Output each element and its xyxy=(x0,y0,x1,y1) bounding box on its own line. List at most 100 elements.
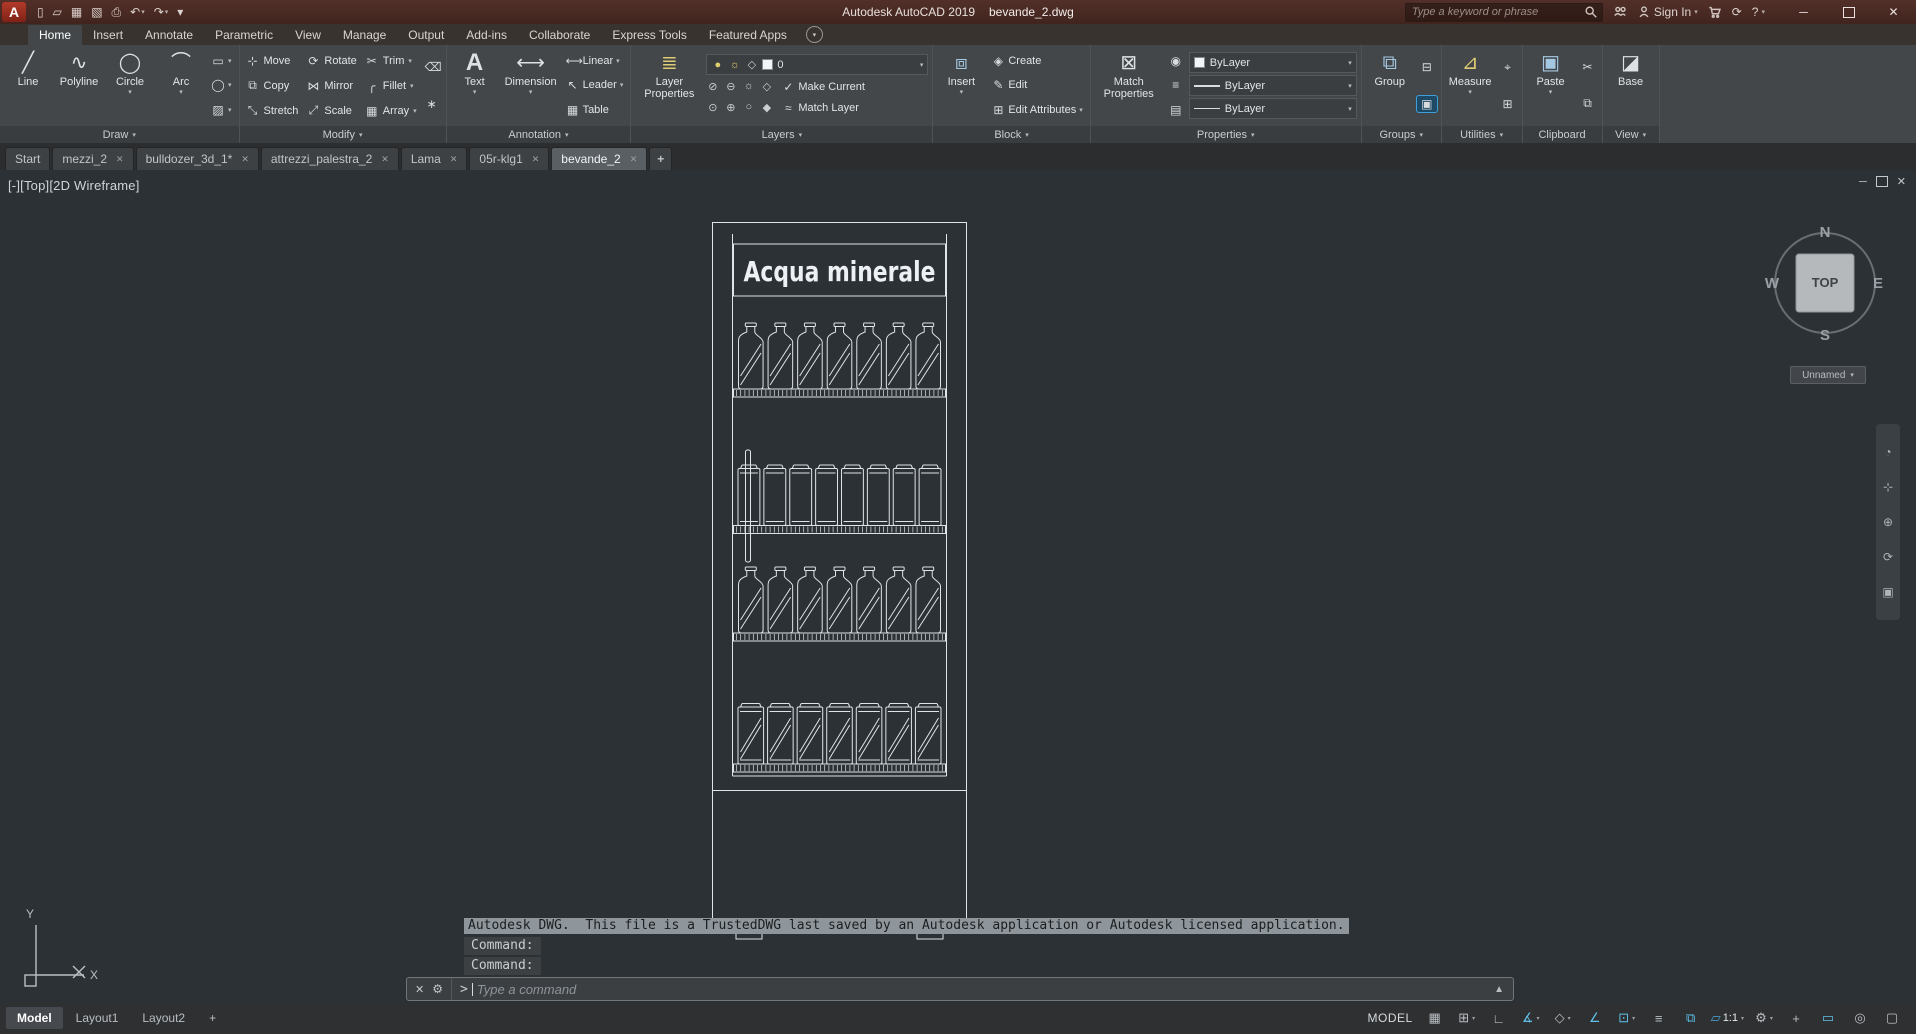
array-button[interactable]: ▦ Array ▾ xyxy=(365,104,416,118)
annotation-scale-button[interactable]: ▱ 1:1 ▾ xyxy=(1709,1007,1746,1029)
erase-button[interactable]: ⌫ xyxy=(422,59,442,75)
ribbon-minimize-button[interactable]: ▾ xyxy=(805,26,823,43)
ribbon-tab-featured-apps[interactable]: Featured Apps xyxy=(698,25,798,45)
dimension-button[interactable]: ⟷ Dimension ▾ xyxy=(502,47,560,124)
ribbon-tab-collaborate[interactable]: Collaborate xyxy=(518,25,601,45)
ribbon-tab-parametric[interactable]: Parametric xyxy=(204,25,284,45)
panel-label-annotation[interactable]: Annotation ▾ xyxy=(446,126,631,143)
text-button[interactable]: A Text ▾ xyxy=(451,47,499,124)
trim-button[interactable]: ✂ Trim ▾ xyxy=(365,54,417,68)
new-drawing-tab-button[interactable]: + xyxy=(649,147,673,170)
ribbon-tab-express-tools[interactable]: Express Tools xyxy=(601,25,697,45)
minimize-button[interactable]: ─ xyxy=(1781,0,1826,24)
model-space-button[interactable]: MODEL xyxy=(1368,1011,1413,1025)
layer-freeze-icon[interactable]: ☼ xyxy=(742,80,755,93)
properties-sheet-button[interactable]: ▤ xyxy=(1166,102,1186,118)
panel-label-utilities[interactable]: Utilities ▾ xyxy=(1441,126,1522,143)
named-view-control[interactable]: Unnamed ▾ xyxy=(1790,366,1866,384)
arc-button[interactable]: ⌒ Arc ▾ xyxy=(157,47,205,124)
quick-calculator-button[interactable]: ⊞ xyxy=(1498,96,1518,112)
panel-label-modify[interactable]: Modify ▾ xyxy=(239,126,446,143)
edit-block-button[interactable]: ✎ Edit xyxy=(988,77,1085,93)
ribbon-tab-home[interactable]: Home xyxy=(28,25,83,45)
close-tab-icon[interactable]: ✕ xyxy=(381,154,389,165)
close-button[interactable]: ✕ xyxy=(1871,0,1916,24)
layer-off-icon[interactable]: ⊖ xyxy=(724,80,737,93)
layer-unlock-icon[interactable]: ◆ xyxy=(760,101,773,114)
navigation-wheel-icon[interactable]: ◔ xyxy=(1884,445,1891,459)
leader-button[interactable]: ↖ Leader ▾ xyxy=(563,77,627,93)
object-snap-button[interactable]: ⊡ ▾ xyxy=(1613,1007,1641,1029)
layer-isolate-icon[interactable]: ⊘ xyxy=(706,80,719,93)
app-store-cart-icon[interactable] xyxy=(1708,5,1722,19)
command-history-chevron-icon[interactable]: ▲ xyxy=(1485,984,1513,995)
ellipse-button[interactable]: ◯ ▾ xyxy=(208,77,235,93)
ungroup-button[interactable]: ⊟ xyxy=(1417,59,1437,75)
object-snap-tracking-button[interactable]: ∠ xyxy=(1581,1007,1609,1029)
table-button[interactable]: ▦ Table xyxy=(563,102,627,118)
drawing-canvas[interactable]: Acqua minerale [-][Top][2D Wireframe] ─ … xyxy=(0,170,1916,1002)
explode-button[interactable]: ∗ xyxy=(422,96,442,112)
layer-select[interactable]: ● ☼ ◇ 0 ▾ xyxy=(706,54,929,75)
search-input[interactable] xyxy=(1409,5,1584,19)
rectangle-button[interactable]: ▭ ▾ xyxy=(208,53,235,69)
search-box[interactable] xyxy=(1404,2,1603,22)
stretch-button[interactable]: ⤡ Stretch xyxy=(246,103,299,118)
viewcube-north[interactable]: N xyxy=(1820,224,1831,241)
grid-display-button[interactable]: ▦ xyxy=(1421,1007,1449,1029)
file-tab-bevande-2[interactable]: bevande_2 ✕ xyxy=(551,147,648,170)
viewport-minimize-icon[interactable]: ─ xyxy=(1859,176,1867,188)
annotation-monitor-button[interactable]: + xyxy=(1782,1007,1810,1029)
command-input[interactable] xyxy=(474,980,1486,998)
save-as-button[interactable]: ▧ xyxy=(88,5,105,19)
autodesk-account-icon[interactable] xyxy=(1613,5,1627,19)
layout-tab-layout1[interactable]: Layout1 xyxy=(65,1007,130,1029)
linetype-select[interactable]: ByLayer ▾ xyxy=(1188,75,1357,96)
close-tab-icon[interactable]: ✕ xyxy=(532,154,540,165)
make-current-button[interactable]: ✓ Make Current xyxy=(778,79,868,95)
panel-label-block[interactable]: Block ▾ xyxy=(933,126,1090,143)
help-button[interactable]: ? ▾ xyxy=(1752,5,1765,19)
hatch-button[interactable]: ▨ ▾ xyxy=(208,102,235,118)
id-point-button[interactable]: ⌖ xyxy=(1498,59,1518,76)
layer-on-icon[interactable]: ⊕ xyxy=(724,101,737,114)
ribbon-tab-add-ins[interactable]: Add-ins xyxy=(455,25,518,45)
pan-icon[interactable]: ⊹ xyxy=(1883,480,1893,494)
viewcube-south[interactable]: S xyxy=(1820,327,1830,344)
layout-tab-model[interactable]: Model xyxy=(6,1007,63,1029)
viewcube-west[interactable]: W xyxy=(1765,275,1780,292)
autocad-logo-icon[interactable]: A xyxy=(2,2,26,22)
layer-lock-icon[interactable]: ◇ xyxy=(760,80,773,93)
new-file-button[interactable]: ▯ xyxy=(34,5,47,19)
showmotion-icon[interactable]: ▣ xyxy=(1882,585,1893,599)
panel-label-properties[interactable]: Properties ▾ xyxy=(1090,126,1361,143)
color-wheel-button[interactable]: ◉ xyxy=(1166,53,1186,69)
isodraft-button[interactable]: ◇ ▾ xyxy=(1549,1007,1577,1029)
measure-button[interactable]: ⊿ Measure ▾ xyxy=(1446,47,1495,124)
insert-block-button[interactable]: ⧈ Insert ▾ xyxy=(937,47,985,124)
close-tab-icon[interactable]: ✕ xyxy=(241,154,249,165)
polar-tracking-button[interactable]: ∡ ▾ xyxy=(1517,1007,1545,1029)
ribbon-tab-insert[interactable]: Insert xyxy=(82,25,134,45)
layout-tab-layout2[interactable]: Layout2 xyxy=(131,1007,196,1029)
ribbon-tab-manage[interactable]: Manage xyxy=(332,25,397,45)
object-color-select[interactable]: ByLayer ▾ xyxy=(1188,52,1357,73)
redo-button[interactable]: ↷ ▾ xyxy=(151,5,172,19)
plot-button[interactable]: ⎙ xyxy=(109,5,125,19)
rotate-button[interactable]: ⟳ Rotate xyxy=(306,54,356,68)
graphics-performance-button[interactable]: ▭ xyxy=(1814,1007,1842,1029)
a360-sync-icon[interactable]: ⟳ xyxy=(1732,5,1742,19)
file-tab-start[interactable]: Start xyxy=(5,147,51,170)
layer-unisolate-icon[interactable]: ⊙ xyxy=(706,101,719,114)
match-properties-button[interactable]: ⊠ Match Properties xyxy=(1095,47,1163,124)
layer-properties-button[interactable]: ≣ Layer Properties xyxy=(635,47,703,124)
base-view-button[interactable]: ◪ Base xyxy=(1607,47,1655,124)
panel-label-draw[interactable]: Draw ▾ xyxy=(0,126,239,143)
copy-button[interactable]: ⧉ Copy xyxy=(246,78,299,93)
selection-cycling-button[interactable]: ⧉ xyxy=(1677,1007,1705,1029)
panel-label-clipboard[interactable]: Clipboard xyxy=(1522,126,1602,143)
viewcube[interactable]: N W E S TOP xyxy=(1757,203,1893,353)
viewport-controls[interactable]: [-][Top][2D Wireframe] xyxy=(8,178,140,193)
move-button[interactable]: ⊹ Move xyxy=(246,54,299,68)
close-icon[interactable]: ✕ xyxy=(415,983,424,996)
